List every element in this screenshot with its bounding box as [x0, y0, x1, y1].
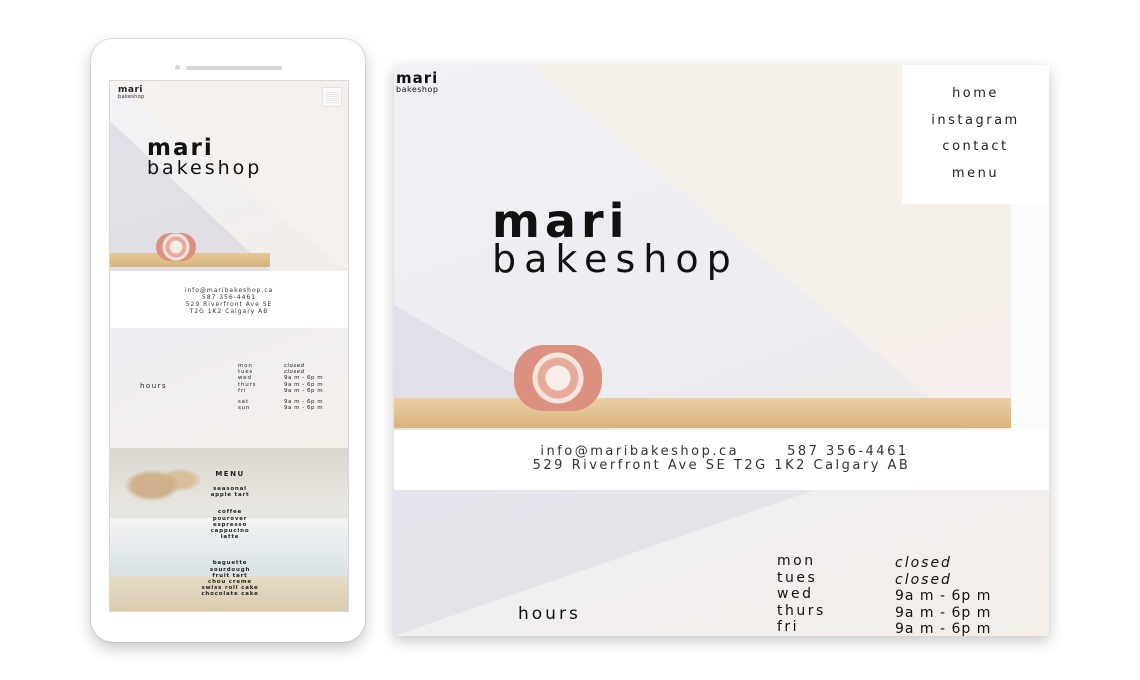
desktop-nav: home instagram contact menu [902, 65, 1049, 204]
menu-item: chocolate cake [201, 591, 259, 598]
time-wed: 9a m - 6p m [895, 588, 992, 604]
phone-speaker [186, 66, 282, 70]
time-tues: closed [895, 571, 952, 588]
mobile-menu-section: MENU seasonal apple tart coffee pourover… [110, 448, 348, 611]
logo-sub: bakeshop [396, 85, 439, 94]
swiss-roll-cake-image [156, 233, 196, 261]
day-thurs: thurs [777, 602, 826, 619]
phone-mockup: mari bakeshop mari bakeshop info@maribak… [91, 39, 365, 642]
logo-sub: bakeshop [492, 237, 739, 281]
desktop-contact-section: info@maribakeshop.ca 587 356-4461 529 Riv… [394, 430, 1049, 490]
nav-instagram[interactable]: instagram [902, 108, 1049, 135]
nav-contact[interactable]: contact [902, 134, 1049, 161]
time-sun: 9a m - 6p m [284, 405, 324, 412]
time-mon: closed [895, 555, 952, 571]
logo-sub: bakeshop [147, 157, 263, 179]
day-sun: sun [238, 405, 251, 412]
hours-times: closed closed 9a m - 6p m 9a m - 6p m 9a… [895, 555, 991, 636]
hours-times: closed closed 9a m - 6p m 9a m - 6p m 9a… [284, 363, 323, 411]
wooden-board-image [394, 398, 1011, 428]
day-wed: wed [777, 586, 814, 602]
logo-name: mari [396, 69, 439, 87]
address-line-1: 529 Riverfront Ave SE [185, 301, 273, 308]
hours-title: hours [518, 604, 581, 624]
hours-days: mon tues wed thurs fri [777, 553, 826, 636]
time-fri: 9a m - 6p m [284, 387, 324, 394]
phone-number[interactable]: 587 356-4461 [787, 444, 909, 459]
time-thurs: 9a m - 6p m [284, 381, 324, 388]
address-line-2: T2G 1K2 Calgary AB [189, 308, 269, 315]
desktop-logo-large: mari bakeshop [492, 198, 739, 278]
mobile-hours-section: hours mon tues wed thurs fri sat sun clo… [110, 328, 348, 448]
menu-title: MENU [215, 470, 245, 478]
nav-home[interactable]: home [902, 81, 1049, 108]
time-wed: 9a m - 6p m [284, 375, 324, 382]
email-link[interactable]: info@maribakeshop.ca [540, 444, 739, 459]
mobile-logo-small[interactable]: mari bakeshop [118, 86, 144, 100]
phone-camera [175, 65, 180, 70]
day-tues: tues [777, 569, 818, 586]
desktop-logo-small[interactable]: mari bakeshop [396, 71, 438, 94]
mobile-logo-large: mari bakeshop [147, 137, 262, 178]
desktop-screen: mari bakeshop mari bakeshop home instagr… [394, 65, 1049, 636]
phone-number[interactable]: 587 356-4461 [110, 294, 348, 301]
logo-sub: bakeshop [118, 94, 145, 100]
time-thurs: 9a m - 6p m [895, 604, 992, 621]
swiss-roll-cake-image [514, 345, 602, 411]
mobile-hero: mari bakeshop mari bakeshop [110, 81, 348, 271]
menu-list: MENU seasonal apple tart coffee pourover… [180, 448, 280, 611]
day-fri: fri [777, 619, 800, 635]
hours-days: mon tues wed thurs fri sat sun [238, 363, 256, 411]
mobile-contact-section: info@maribakeshop.ca 587 356-4461 529 Ri… [110, 271, 348, 328]
day-thurs: thurs [238, 381, 257, 388]
time-fri: 9a m - 6p m [895, 621, 992, 636]
mobile-screen: mari bakeshop mari bakeshop info@maribak… [109, 80, 349, 612]
desktop-hours-section: hours mon tues wed thurs fri closed clos… [394, 490, 1049, 636]
day-mon: mon [777, 553, 816, 569]
hamburger-menu-icon[interactable] [322, 87, 342, 107]
nav-menu[interactable]: menu [902, 161, 1049, 188]
address: 529 Riverfront Ave SE T2G 1K2 Calgary AB [532, 458, 911, 473]
hours-title: hours [140, 382, 168, 390]
email-link[interactable]: info@maribakeshop.ca [110, 287, 348, 294]
